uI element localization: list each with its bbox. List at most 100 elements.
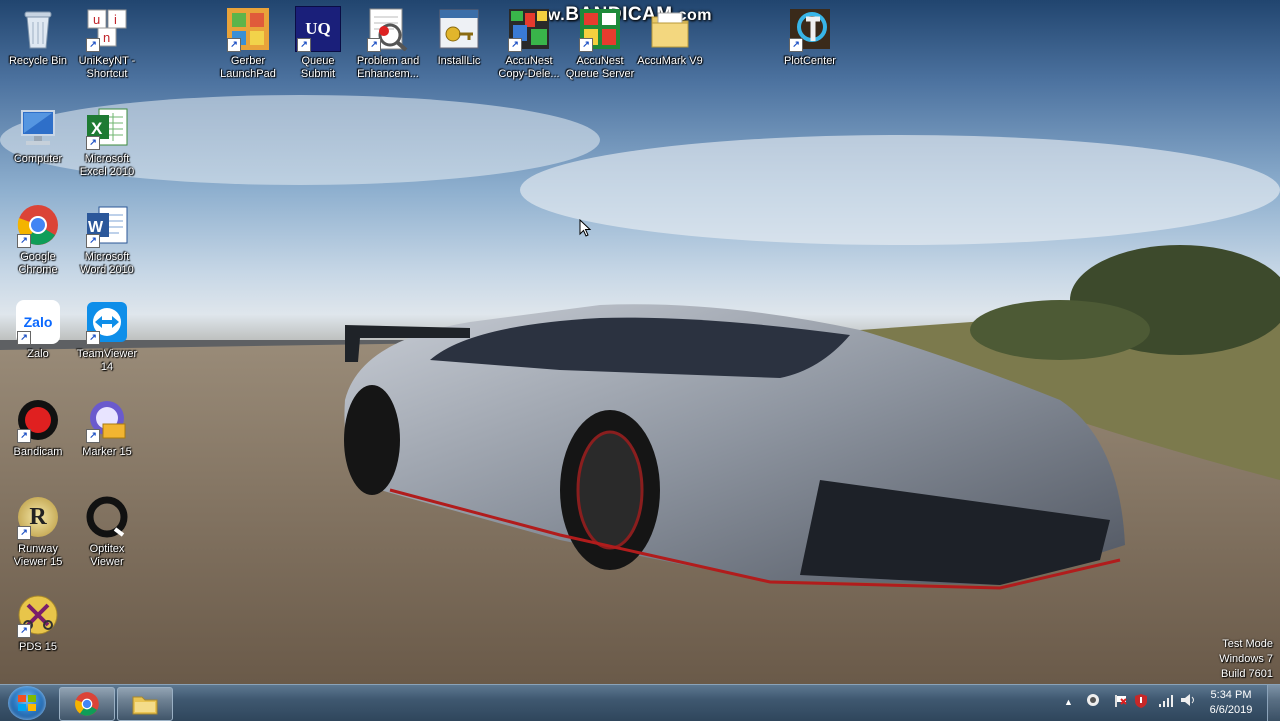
icon-label: AccuMark V9: [637, 55, 703, 67]
folder-icon: [132, 696, 158, 715]
accumark-v9-icon: [647, 6, 693, 52]
shortcut-arrow-icon: ↗: [579, 38, 593, 52]
shortcut-arrow-icon: ↗: [86, 331, 100, 345]
icon-label: Gerber LaunchPad: [220, 55, 276, 80]
desktop-wallpaper: [0, 0, 1280, 684]
accunest-queue-server-icon: ↗: [577, 6, 623, 52]
icon-label: Optitex Viewer: [89, 543, 125, 568]
desktop-icon-gerber-launchpad[interactable]: ↗ Gerber LaunchPad: [213, 6, 283, 81]
icon-label: AccuNest Copy-Dele...: [498, 55, 560, 80]
desktop-icon-marker[interactable]: ↗ Marker 15: [72, 397, 142, 459]
pds-icon: ↗: [15, 592, 61, 638]
taskbar-chrome-button[interactable]: [59, 687, 115, 721]
accunest-copy-icon: ↗: [506, 6, 552, 52]
desktop-icon-installlic[interactable]: InstallLic: [424, 6, 494, 68]
unikey-shortcut-icon: uin ↗: [84, 6, 130, 52]
desktop-icon-excel[interactable]: X ↗ Microsoft Excel 2010: [72, 104, 142, 179]
test-mode-watermark: Test Mode Windows 7 Build 7601: [1219, 637, 1273, 682]
recycle-bin-icon: [15, 6, 61, 52]
icon-label: Marker 15: [82, 446, 132, 458]
shortcut-arrow-icon: ↗: [86, 38, 100, 52]
word-icon: W ↗: [84, 202, 130, 248]
desktop-icon-computer[interactable]: Computer: [3, 104, 73, 166]
desktop-icon-plotcenter[interactable]: ↗ PlotCenter: [775, 6, 845, 68]
shortcut-arrow-icon: ↗: [17, 429, 31, 443]
network-signal-icon[interactable]: [1158, 694, 1174, 711]
desktop-icon-queue-submit[interactable]: UQ ↗ Queue Submit: [283, 6, 353, 81]
desktop-icon-unikey[interactable]: uin ↗ UniKeyNT - Shortcut: [72, 6, 142, 81]
icon-label: AccuNest Queue Server: [565, 55, 635, 80]
clock-date: 6/6/2019: [1209, 704, 1253, 716]
excel-icon: X ↗: [84, 104, 130, 150]
taskbar-explorer-button[interactable]: [117, 687, 173, 721]
shield-alert-icon[interactable]: [1134, 693, 1148, 712]
shortcut-arrow-icon: ↗: [86, 234, 100, 248]
shortcut-arrow-icon: ↗: [367, 38, 381, 52]
unikey-glyph-u: u: [93, 12, 100, 27]
desktop-icon-pds[interactable]: ↗ PDS 15: [3, 592, 73, 654]
unikey-glyph-n: n: [103, 30, 110, 45]
desktop-icon-accumark[interactable]: AccuMark V9: [635, 6, 705, 68]
icon-label: Bandicam: [13, 446, 63, 458]
unikey-glyph-i: i: [114, 12, 117, 27]
desktop-icon-recycle-bin[interactable]: Recycle Bin: [3, 6, 73, 68]
icon-label: Microsoft Word 2010: [80, 251, 134, 276]
runway-viewer-icon: R ↗: [15, 494, 61, 540]
desktop-icon-problem-enhancement[interactable]: ↗ Problem and Enhancem...: [353, 6, 423, 81]
shortcut-arrow-icon: ↗: [17, 331, 31, 345]
windows-version-text: Windows 7: [1219, 653, 1273, 665]
desktop-icon-runway-viewer[interactable]: R ↗ Runway Viewer 15: [3, 494, 73, 569]
zalo-icon: Zalo ↗: [15, 299, 61, 345]
desktop-icon-zalo[interactable]: Zalo ↗ Zalo: [3, 299, 73, 361]
shortcut-arrow-icon: ↗: [508, 38, 522, 52]
show-hidden-icons-arrow[interactable]: ▲: [1064, 697, 1073, 707]
volume-icon[interactable]: [1180, 693, 1196, 710]
problem-enhancement-icon: ↗: [365, 6, 411, 52]
chrome-icon: ↗: [15, 202, 61, 248]
icon-label: PDS 15: [19, 641, 57, 653]
show-desktop-button[interactable]: [1267, 685, 1280, 721]
build-number-text: Build 7601: [1221, 668, 1273, 680]
shortcut-arrow-icon: ↗: [227, 38, 241, 52]
icon-label: Problem and Enhancem...: [356, 55, 420, 80]
bandicam-icon: ↗: [15, 397, 61, 443]
icon-label: InstallLic: [437, 55, 481, 67]
action-center-flag-icon[interactable]: [1114, 694, 1128, 711]
mouse-cursor-icon: [579, 218, 593, 244]
queue-submit-icon: UQ ↗: [295, 6, 341, 52]
desktop-icon-word[interactable]: W ↗ Microsoft Word 2010: [72, 202, 142, 277]
sync-icon[interactable]: [1086, 693, 1100, 710]
desktop-icon-teamviewer[interactable]: ↗ TeamViewer 14: [72, 299, 142, 374]
desktop-icon-accunest-queue-server[interactable]: ↗ AccuNest Queue Server: [565, 6, 635, 81]
icon-label: TeamViewer 14: [76, 348, 138, 373]
shortcut-arrow-icon: ↗: [789, 38, 803, 52]
shortcut-arrow-icon: ↗: [86, 429, 100, 443]
taskbar: ▲ 5:34 PM 6/6/2019: [0, 684, 1280, 721]
computer-icon: [15, 104, 61, 150]
icon-label: Runway Viewer 15: [13, 543, 63, 568]
icon-label: Zalo: [27, 348, 49, 360]
start-button[interactable]: [8, 686, 46, 720]
chrome-icon: [75, 692, 99, 716]
icon-label: Queue Submit: [300, 55, 336, 80]
taskbar-clock[interactable]: 5:34 PM 6/6/2019: [1196, 688, 1266, 718]
installlic-icon: [436, 6, 482, 52]
optitex-viewer-icon: [84, 494, 130, 540]
icon-label: PlotCenter: [784, 55, 836, 67]
desktop-icon-chrome[interactable]: ↗ Google Chrome: [3, 202, 73, 277]
icon-label: UniKeyNT - Shortcut: [78, 55, 136, 80]
plotcenter-icon: ↗: [787, 6, 833, 52]
shortcut-arrow-icon: ↗: [86, 136, 100, 150]
shortcut-arrow-icon: ↗: [17, 234, 31, 248]
teamviewer-icon: ↗: [84, 299, 130, 345]
desktop-icon-accunest-copy[interactable]: ↗ AccuNest Copy-Dele...: [494, 6, 564, 81]
windows-logo-icon: [18, 695, 36, 711]
icon-label: Google Chrome: [18, 251, 58, 276]
clock-time: 5:34 PM: [1210, 689, 1252, 701]
desktop-icon-optitex-viewer[interactable]: Optitex Viewer: [72, 494, 142, 569]
shortcut-arrow-icon: ↗: [17, 624, 31, 638]
marker-icon: ↗: [84, 397, 130, 443]
icon-label: Microsoft Excel 2010: [79, 153, 135, 178]
desktop-icon-bandicam[interactable]: ↗ Bandicam: [3, 397, 73, 459]
gerber-launchpad-icon: ↗: [225, 6, 271, 52]
